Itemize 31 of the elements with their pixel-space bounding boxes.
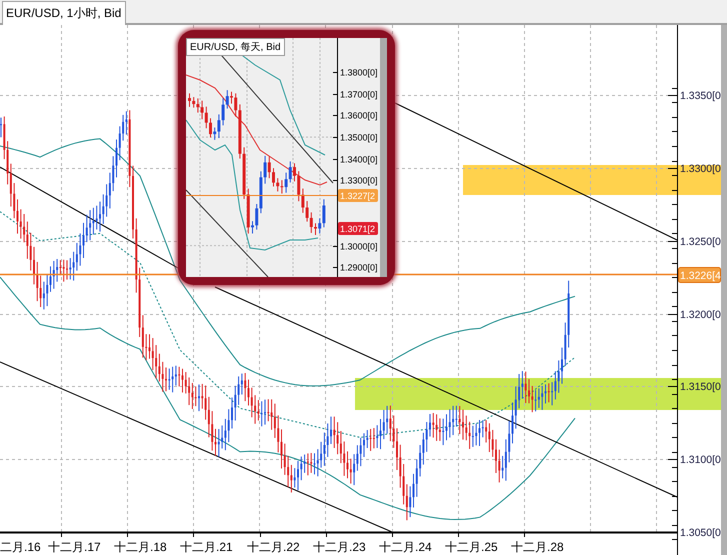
price-label: 1.3800[0] (340, 68, 378, 78)
price-label: 1.3000[0] (340, 242, 378, 252)
current-price-badge: 1.3226[4 (678, 267, 721, 283)
scrollbar-edge[interactable] (721, 25, 727, 555)
date-label: 十二月.17 (48, 540, 101, 554)
price-label: 1.3250[0 (680, 236, 721, 248)
date-label: 十二月.28 (511, 540, 564, 554)
chart-tab[interactable]: EUR/USD, 1小时, Bid (2, 1, 126, 25)
low-price-badge: 1.3071[2 (338, 222, 378, 235)
price-label: 1.3600[0] (340, 110, 378, 120)
current-price-badge: 1.3227[2 (338, 189, 378, 202)
price-label: 1.3700[0] (340, 90, 378, 100)
date-label: 十二月.24 (379, 540, 432, 554)
price-label: 1.3300[0 (680, 163, 721, 175)
price-label: 1.3100[0 (680, 454, 721, 466)
date-label: 十二月.25 (445, 540, 498, 554)
price-label: 1.3050[0 (680, 527, 721, 539)
date-label: 二月.16 (0, 540, 41, 554)
price-label: 1.3200[0 (680, 309, 721, 321)
price-label: 1.3300[0] (340, 176, 378, 186)
date-label: 十二月.18 (114, 540, 167, 554)
chart-tab[interactable]: EUR/USD, 每天, Bid (186, 38, 285, 56)
scrollbar-edge[interactable] (380, 38, 387, 277)
date-label: 十二月.22 (247, 540, 300, 554)
date-label: 十二月.23 (313, 540, 366, 554)
price-label: 1.3500[0] (340, 132, 378, 142)
price-label: 1.3400[0] (340, 154, 378, 164)
price-label: 1.2900[0] (340, 262, 378, 272)
price-label: 1.3350[0 (680, 90, 721, 102)
price-label: 1.3150[0 (680, 381, 721, 393)
date-label: 十二月.21 (180, 540, 233, 554)
